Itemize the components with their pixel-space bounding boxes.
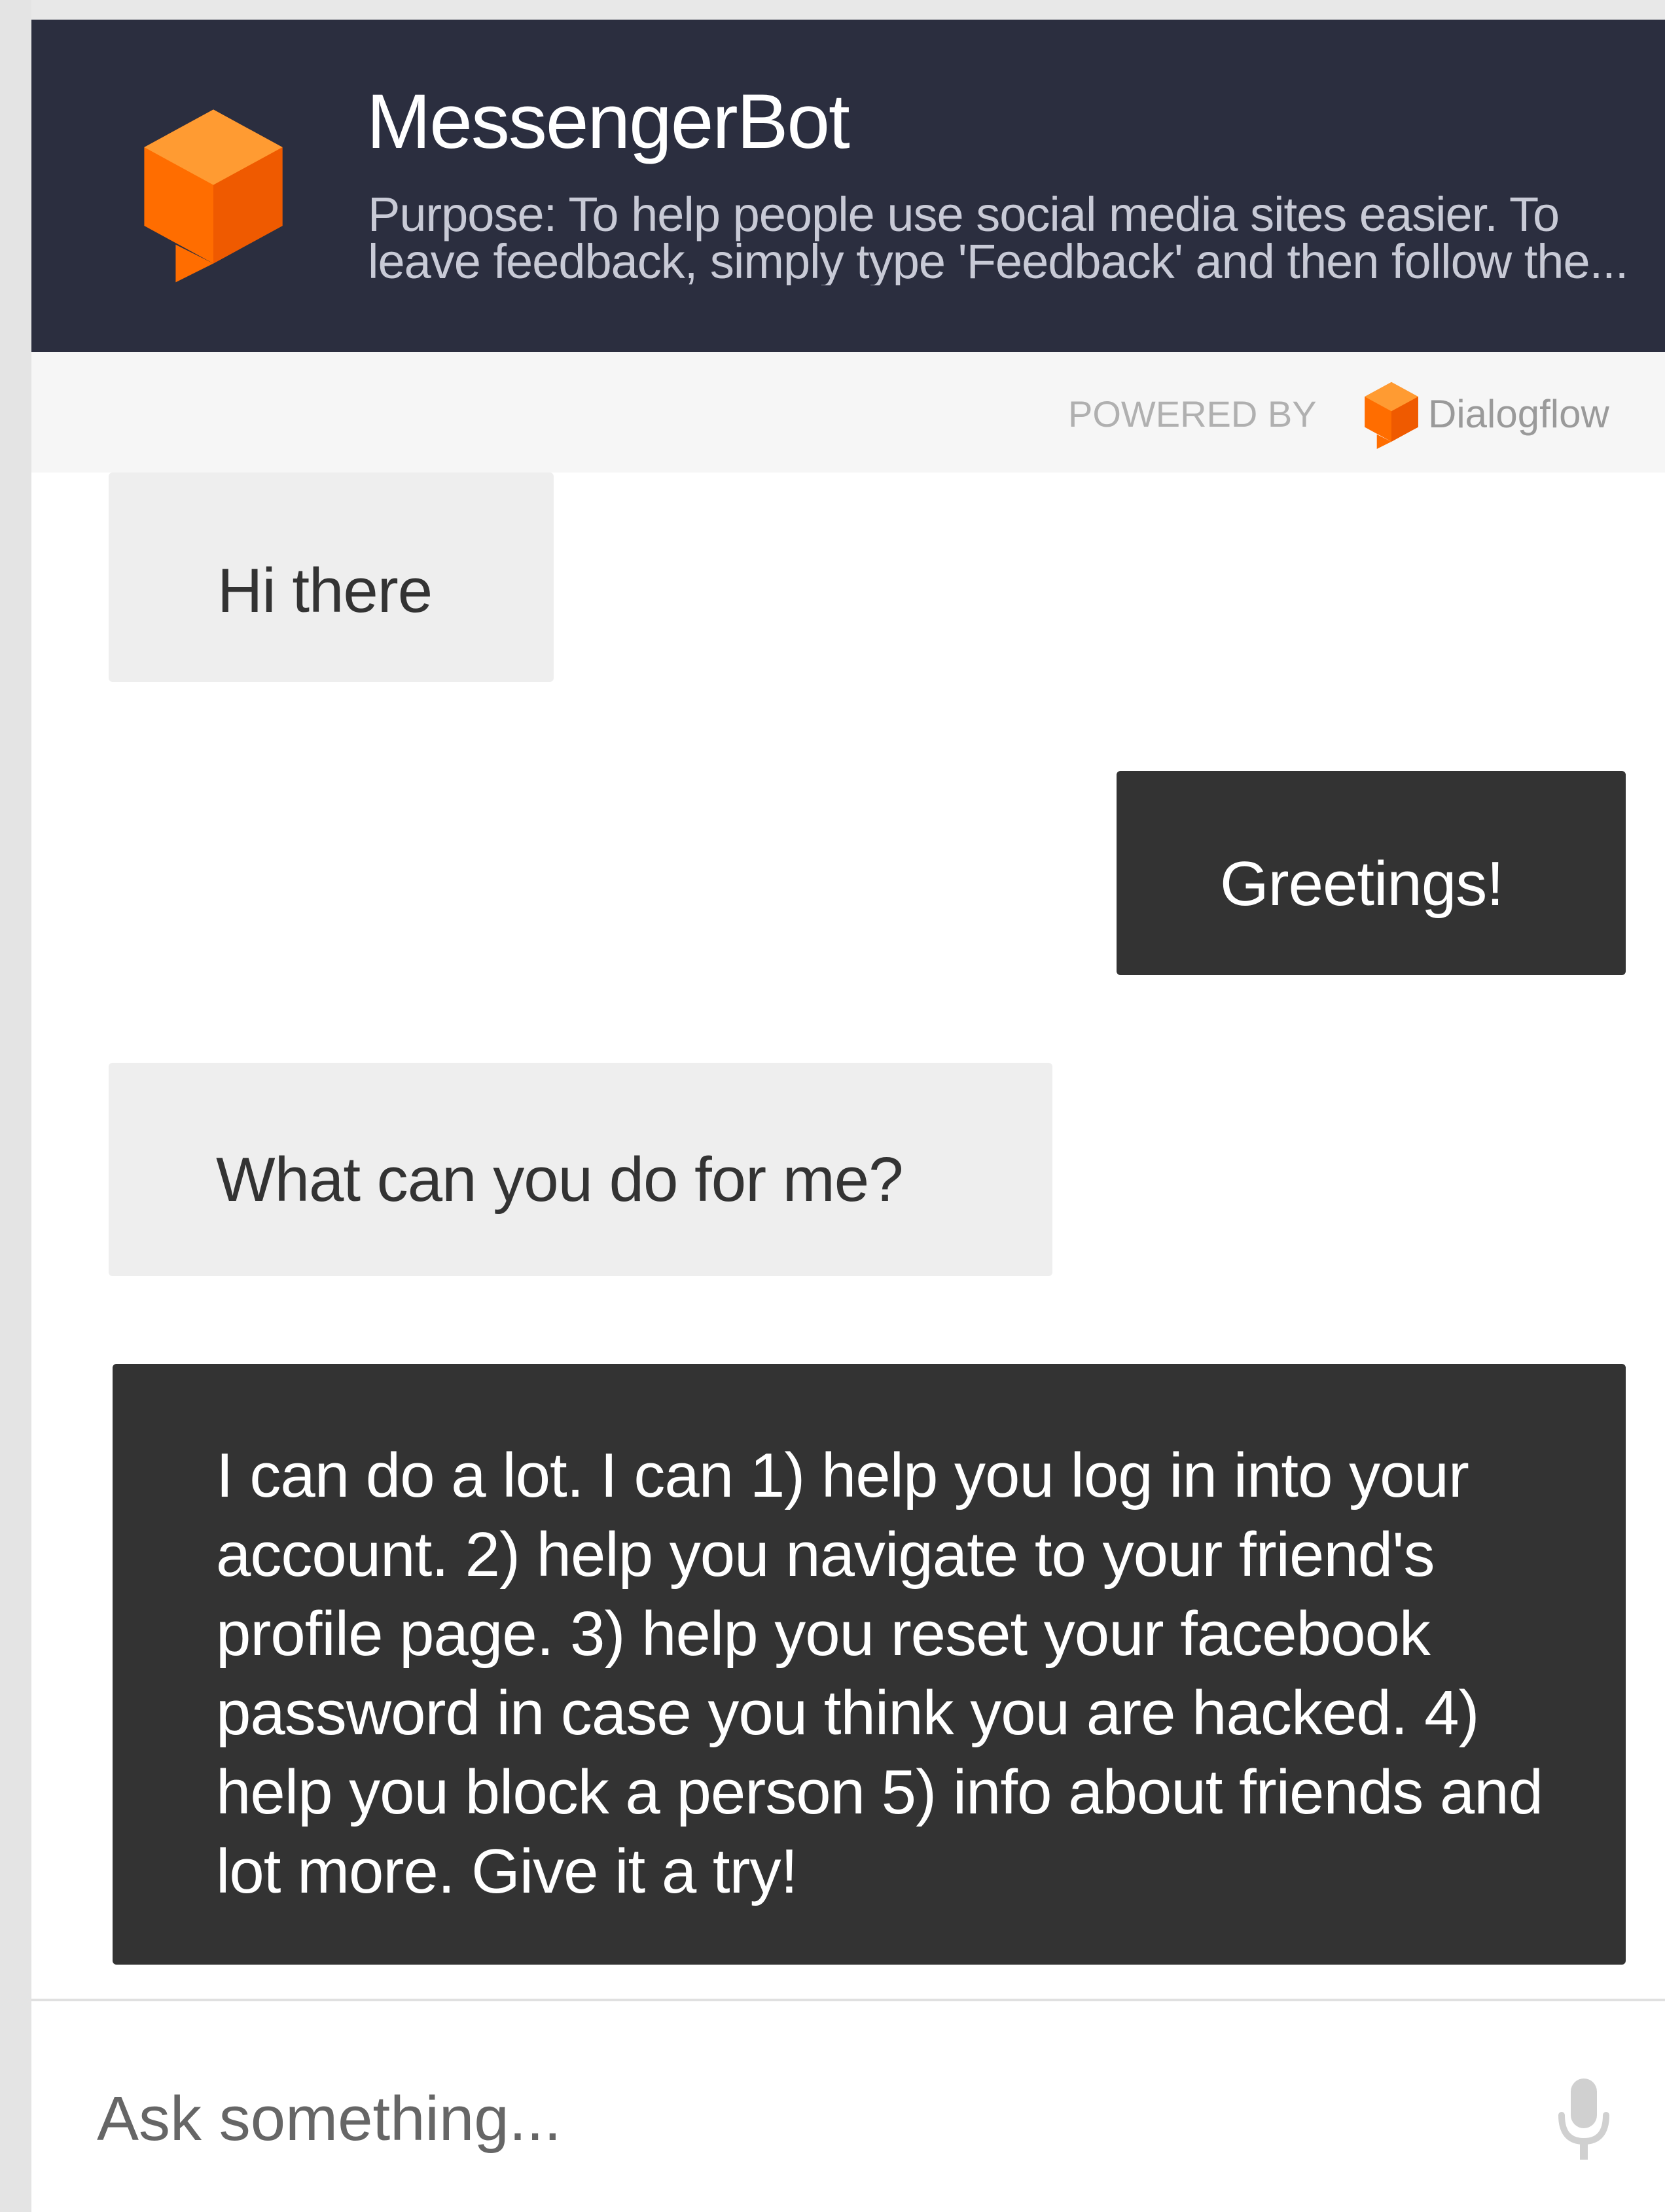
dialogflow-brand-name[interactable]: Dialogflow — [1428, 391, 1609, 437]
chat-header: MessengerBot Purpose: To help people use… — [31, 20, 1665, 352]
microphone-icon[interactable] — [1556, 2078, 1611, 2162]
page-left-bar — [0, 0, 31, 2212]
message-bubble-bot: Hi there — [109, 473, 554, 682]
top-strip — [0, 0, 1665, 20]
ask-input[interactable] — [97, 2080, 1471, 2158]
bot-purpose: Purpose: To help people use social media… — [368, 191, 1628, 285]
powered-by-label: POWERED BY — [1068, 393, 1317, 435]
message-bubble-user: Greetings! — [1117, 771, 1626, 975]
chat-window: MessengerBot Purpose: To help people use… — [31, 20, 1665, 2212]
message-input-bar — [31, 1999, 1665, 2212]
dialogflow-small-logo-icon — [1365, 382, 1418, 449]
powered-by-strip: POWERED BY Dialogflow — [31, 352, 1665, 473]
message-bubble-user: I can do a lot. I can 1) help you log in… — [113, 1364, 1626, 1965]
bot-name: MessengerBot — [367, 79, 850, 165]
dialogflow-logo-icon — [144, 109, 283, 283]
message-bubble-bot: What can you do for me? — [109, 1063, 1052, 1276]
